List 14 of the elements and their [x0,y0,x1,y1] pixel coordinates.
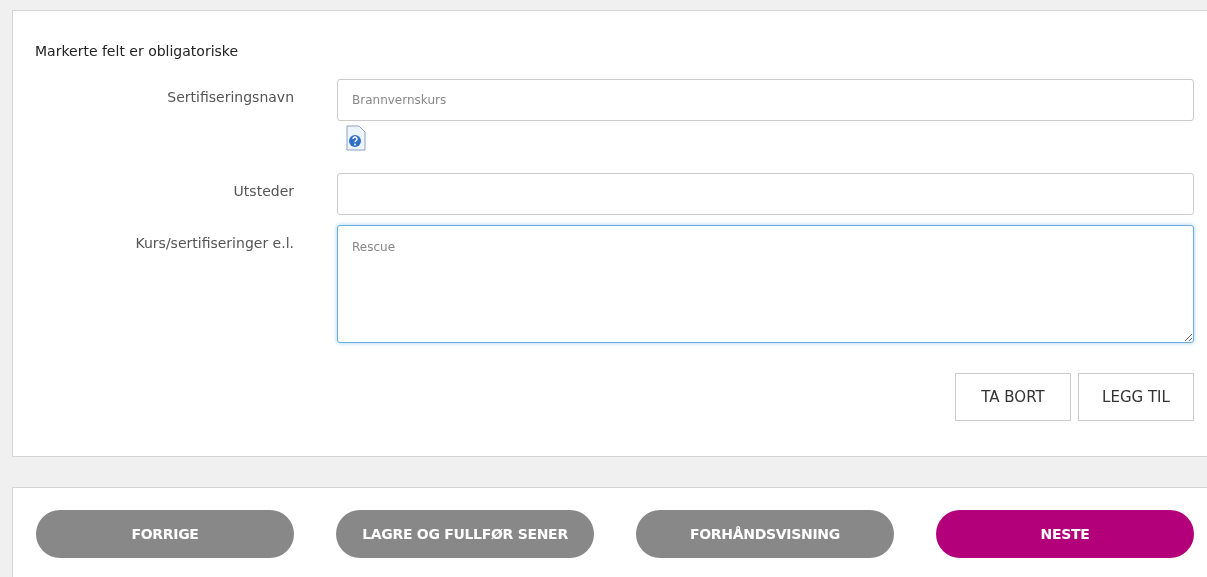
nav-button[interactable]: FORRIGE [36,510,294,558]
required-note: Markerte felt er obligatoriske [35,43,240,59]
field-label: Utsteder [232,182,294,201]
field-label: Sertifiseringsnavn [166,88,294,107]
text-area[interactable]: Rescue [337,225,1194,343]
action-button[interactable]: TA BORT [955,373,1071,421]
action-button[interactable]: LEGG TIL [1078,373,1194,421]
input-field[interactable]: Brannvernskurs [337,79,1194,121]
nav-button[interactable]: FORHÅNDSVISNING [636,510,894,558]
nav-button[interactable]: NESTE [936,510,1194,558]
nav-button[interactable]: LAGRE OG FULLFØR SENER [336,510,594,558]
input-field[interactable] [337,173,1194,215]
field-label: Kurs/sertifiseringer e.l. [134,234,294,253]
help-document-icon[interactable] [346,125,366,151]
